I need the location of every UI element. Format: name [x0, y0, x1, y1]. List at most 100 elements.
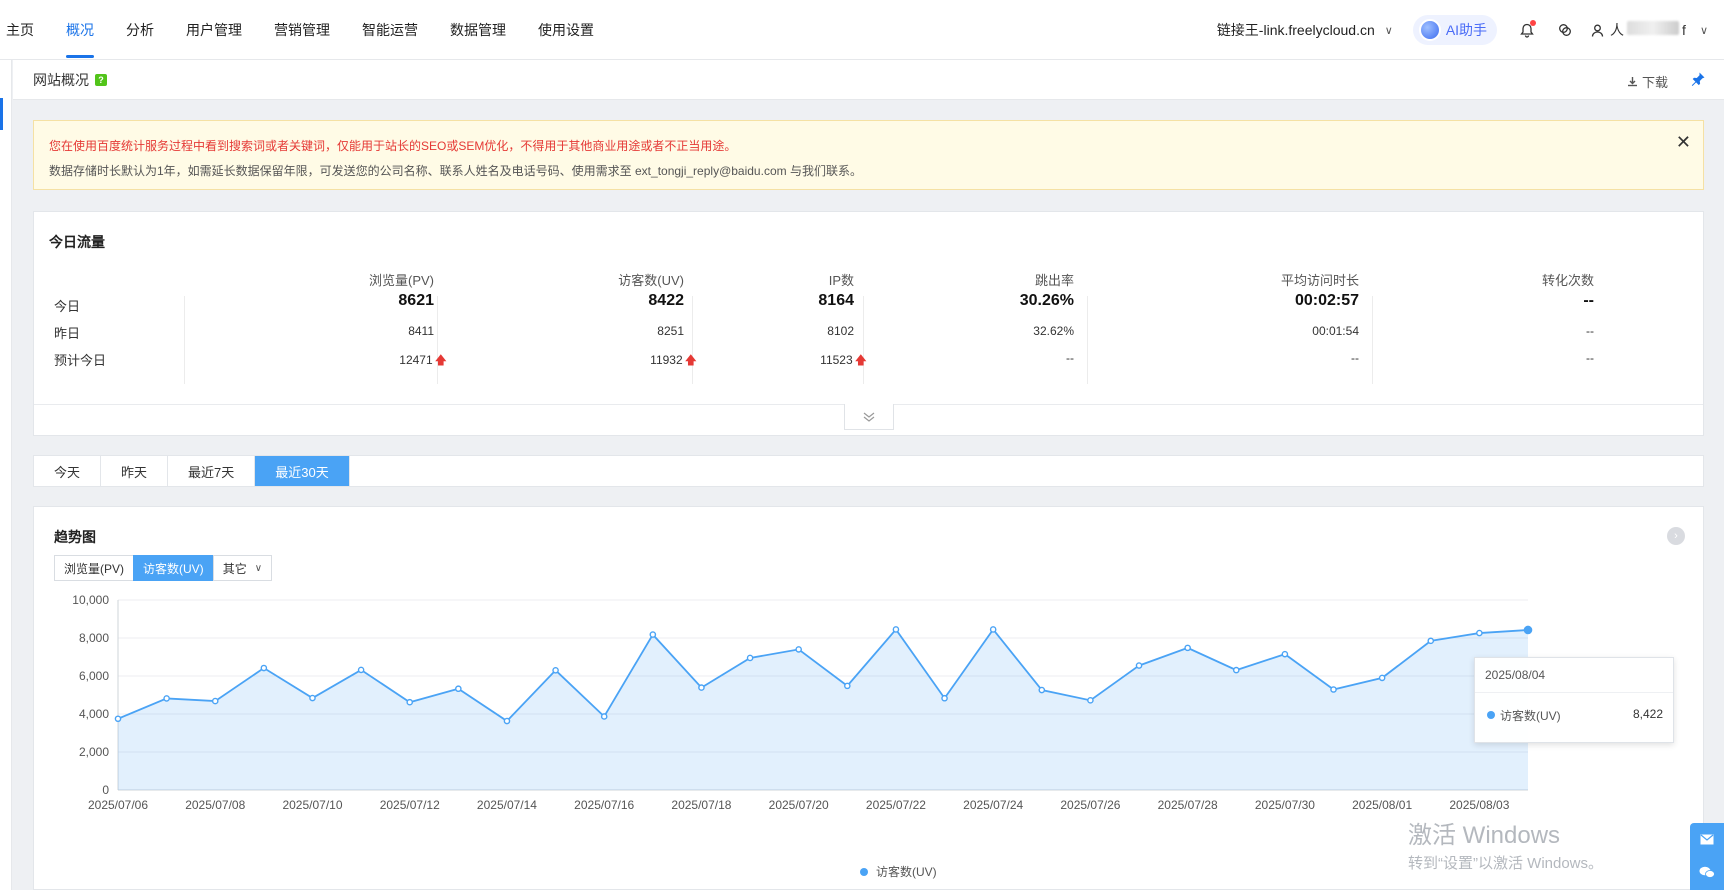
page-title: 网站概况 [33, 71, 89, 88]
main-nav: 主页 概况 分析 用户管理 营销管理 智能运营 数据管理 使用设置 [0, 0, 610, 60]
data-point [260, 664, 268, 672]
tab-today[interactable]: 今天 [34, 456, 102, 486]
data-point [406, 698, 414, 706]
data-point [1330, 686, 1337, 693]
left-sidebar-collapsed[interactable] [0, 60, 12, 890]
notification-bell-button[interactable] [1515, 18, 1539, 42]
trend-title: 趋势图 [54, 529, 96, 545]
x-tick-label: 2025/07/20 [769, 798, 829, 812]
x-tick-label: 2025/07/26 [1060, 798, 1120, 812]
header-conversions: 转化次数 [1541, 273, 1594, 288]
mail-icon [1700, 834, 1714, 845]
y-tick-label: 4,000 [79, 707, 109, 721]
switch-product-button[interactable] [1553, 18, 1577, 42]
nav-item-marketing[interactable]: 营销管理 [258, 0, 346, 60]
nav-item-settings[interactable]: 使用设置 [522, 0, 610, 60]
data-point [892, 626, 900, 633]
x-tick-label: 2025/08/01 [1352, 798, 1412, 812]
site-selector[interactable]: 链接王-link.freelycloud.cn ∨ [1217, 20, 1393, 40]
user-name-prefix: 人 [1610, 22, 1625, 38]
chat-icon [1699, 866, 1715, 879]
data-point [114, 715, 122, 723]
sidebar-active-marker [0, 98, 3, 130]
download-button[interactable]: 下载 [1627, 72, 1668, 91]
legend-marker [860, 867, 868, 876]
notice-warning-text: 您在使用百度统计服务过程中看到搜索词或者关键词，仅能用于站长的SEO或SEM优化… [49, 139, 737, 153]
tooltip-series-name: 访客数(UV) [1500, 709, 1561, 723]
data-point [1232, 666, 1240, 674]
tab-last-30-days[interactable]: 最近30天 [255, 456, 350, 486]
download-label: 下载 [1641, 75, 1668, 90]
nav-item-analysis[interactable]: 分析 [110, 0, 170, 60]
nav-item-data-management[interactable]: 数据管理 [434, 0, 522, 60]
metric-dropdown-other[interactable]: 其它 ∨ [212, 555, 273, 581]
data-point [941, 694, 948, 702]
metric-tab-uv[interactable]: 访客数(UV) [133, 555, 214, 581]
x-tick-label: 2025/07/10 [282, 798, 342, 812]
help-icon[interactable]: ? [95, 73, 107, 86]
x-tick-label: 2025/07/18 [671, 798, 731, 812]
arrow-right-icon[interactable]: › [1667, 527, 1685, 545]
data-point [1087, 697, 1094, 704]
pin-icon [1691, 72, 1705, 86]
user-icon [1591, 24, 1604, 37]
notice-info-text: 数据存储时长默认为1年，如需延长数据保留年限，可发送您的公司名称、联系人姓名及电… [49, 164, 862, 178]
metric-tab-pv[interactable]: 浏览量(PV) [54, 555, 135, 581]
tab-yesterday[interactable]: 昨天 [101, 456, 169, 486]
user-name-blurred [1627, 21, 1680, 35]
y-tick-label: 0 [102, 783, 109, 797]
ai-assistant-button[interactable]: AI助手 [1412, 15, 1498, 45]
yesterday-avg-duration: 00:01:54 [1312, 324, 1359, 338]
data-point [1038, 686, 1046, 694]
nav-item-home[interactable]: 主页 [0, 0, 50, 60]
series-area-uv [118, 629, 1528, 790]
chevron-down-icon: ∨ [1384, 24, 1393, 37]
yesterday-uv: 8251 [657, 324, 684, 338]
pin-button[interactable] [1690, 71, 1706, 90]
notification-dot [1530, 20, 1537, 26]
data-point [844, 682, 851, 690]
data-point [698, 684, 705, 691]
top-navbar: 主页 概况 分析 用户管理 营销管理 智能运营 数据管理 使用设置 链接王-li… [0, 0, 1724, 60]
data-point [1184, 644, 1191, 652]
today-pv: 8621 [398, 292, 434, 309]
x-tick-label: 2025/07/24 [963, 798, 1023, 812]
yesterday-pv: 8411 [408, 324, 434, 338]
nav-item-smart-ops[interactable]: 智能运营 [346, 0, 434, 60]
tooltip-date: 2025/08/04 [1485, 668, 1546, 682]
data-point [211, 697, 219, 705]
data-point [1427, 637, 1435, 645]
chart-legend[interactable]: 访客数(UV) [860, 863, 937, 880]
close-icon[interactable]: ✕ [1676, 133, 1691, 151]
floating-contact-bar[interactable] [1690, 823, 1724, 890]
expand-button[interactable] [844, 404, 894, 430]
y-tick-label: 6,000 [79, 669, 109, 683]
data-point [649, 631, 657, 638]
row-label-forecast: 预计今日 [54, 353, 107, 368]
data-point [746, 654, 754, 662]
nav-right-tools: 链接王-link.freelycloud.cn ∨ AI助手 人 f ∨ [1217, 0, 1724, 60]
user-name-suffix: f [1682, 22, 1686, 38]
user-menu[interactable]: 人f ∨ [1591, 20, 1708, 40]
chevron-down-icon: ∨ [254, 562, 263, 574]
y-tick-label: 8,000 [79, 631, 109, 645]
data-point [455, 685, 462, 693]
forecast-conversions: -- [1586, 351, 1594, 365]
header-pv: 浏览量(PV) [368, 273, 434, 288]
header-bounce: 跳出率 [1034, 273, 1074, 288]
data-point [163, 695, 170, 702]
column-divider [184, 296, 185, 384]
data-point [503, 717, 511, 725]
data-point [1378, 674, 1386, 682]
chart-tooltip: 2025/08/04 访客数(UV) 8,422 [1474, 657, 1674, 743]
data-point [1523, 625, 1533, 635]
swap-icon [1559, 24, 1571, 36]
nav-item-overview[interactable]: 概况 [50, 0, 110, 60]
tab-last-7-days[interactable]: 最近7天 [168, 456, 256, 486]
arrow-up-icon: 🡅 [434, 353, 447, 367]
data-point [1135, 662, 1143, 669]
nav-item-user-management[interactable]: 用户管理 [170, 0, 258, 60]
yesterday-ip: 8102 [827, 324, 854, 338]
date-range-tabs: 今天 昨天 最近7天 最近30天 [33, 455, 1704, 487]
forecast-uv-value: 11932 [650, 353, 683, 367]
